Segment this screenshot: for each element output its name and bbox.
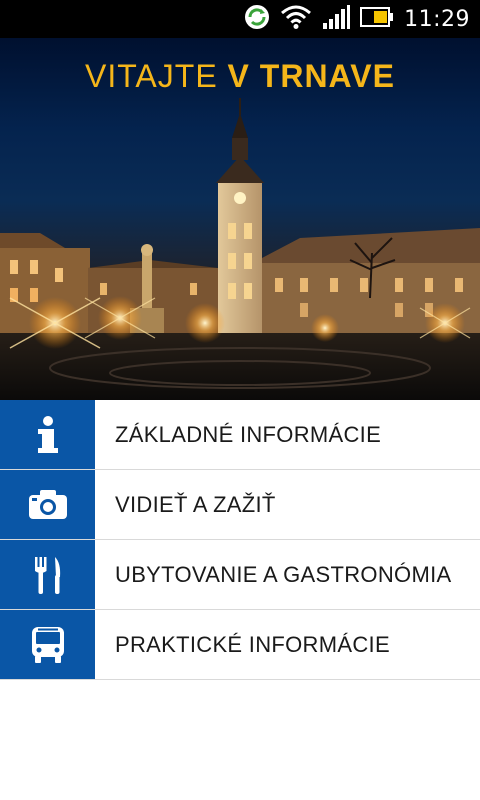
signal-icon	[322, 4, 351, 35]
clock: 11:29	[404, 6, 470, 32]
menu-label: UBYTOVANIE A GASTRONÓMIA	[115, 561, 452, 587]
hero-image: VITAJTE V TRNAVE	[0, 38, 480, 400]
wifi-icon	[280, 4, 312, 35]
status-bar: 11:29	[0, 0, 480, 38]
status-icons: 11:29	[244, 0, 470, 38]
welcome-title: VITAJTE V TRNAVE	[85, 58, 395, 94]
info-icon	[0, 400, 95, 469]
bus-icon	[0, 610, 95, 679]
fork-knife-icon	[0, 540, 95, 609]
main-menu: ZÁKLADNÉ INFORMÁCIE VIDIEŤ A ZAŽIŤ UBYTO…	[0, 400, 480, 680]
battery-icon	[360, 6, 394, 33]
menu-label: VIDIEŤ A ZAŽIŤ	[115, 491, 276, 517]
menu-item-practical-info[interactable]: PRAKTICKÉ INFORMÁCIE	[0, 610, 480, 680]
menu-item-accommodation-gastronomy[interactable]: UBYTOVANIE A GASTRONÓMIA	[0, 540, 480, 610]
camera-icon	[0, 470, 95, 539]
menu-label: PRAKTICKÉ INFORMÁCIE	[115, 631, 390, 657]
menu-item-basic-info[interactable]: ZÁKLADNÉ INFORMÁCIE	[0, 400, 480, 470]
sync-icon	[244, 4, 270, 35]
menu-item-see-and-experience[interactable]: VIDIEŤ A ZAŽIŤ	[0, 470, 480, 540]
menu-label: ZÁKLADNÉ INFORMÁCIE	[115, 421, 382, 447]
